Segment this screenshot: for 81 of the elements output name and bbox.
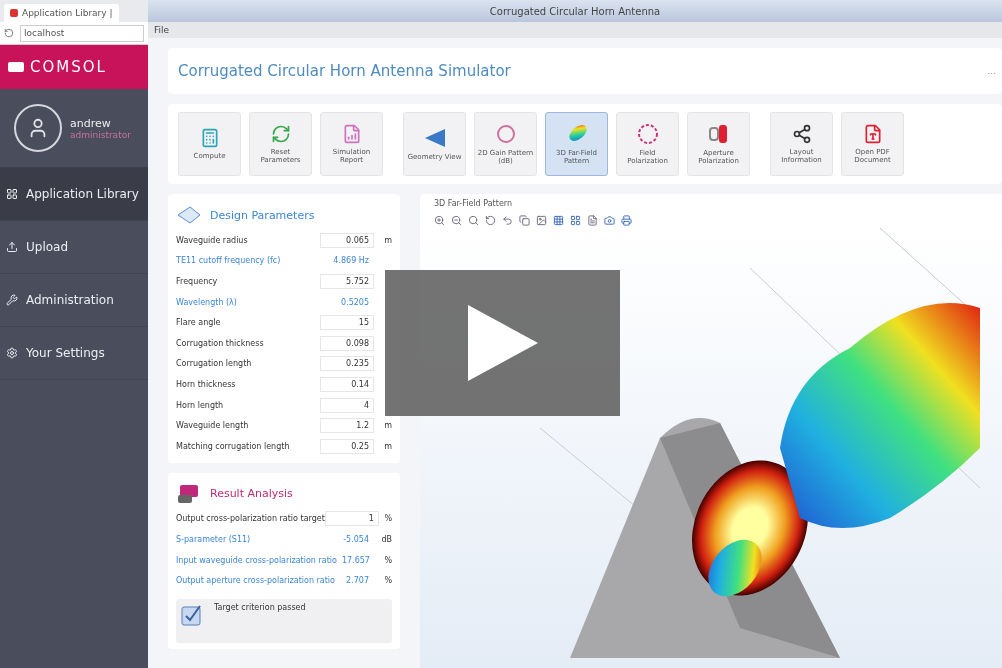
status-text: Target criterion passed [214,602,306,612]
nav-label: Your Settings [26,346,105,360]
value-field[interactable]: 0.14 [320,376,374,392]
logo-text: COMSOL [30,58,107,76]
unit-label: m [384,441,392,451]
value-field[interactable]: 0.235 [320,356,374,372]
share-icon [791,123,812,144]
settings-icon [6,347,18,359]
camera-icon[interactable] [604,215,615,226]
copy-icon[interactable] [519,215,530,226]
browser-tab[interactable]: Application Library | [4,4,119,22]
parameter-label: Output cross-polarization ratio target [176,514,325,524]
unit-label: % [384,576,392,586]
parameter-label: Wavelength (λ) [176,297,238,307]
polar-pattern-icon [636,122,659,145]
avatar-icon [14,104,62,152]
play-button[interactable] [385,270,620,416]
zoom-out-icon[interactable] [451,215,462,226]
rotate-icon[interactable] [485,215,496,226]
more-button[interactable]: ... [987,66,996,76]
image-icon[interactable] [536,215,547,226]
graphics-title: 3D Far-Field Pattern [433,198,513,210]
parameter-label: Horn length [176,400,225,410]
menu-item[interactable]: File [154,25,170,35]
unit-label: % [384,514,392,524]
value-field[interactable]: 0.098 [320,335,374,351]
unit-label: dB [381,534,392,544]
value-field[interactable]: 0.25 [320,438,374,454]
document-icon[interactable] [587,215,598,226]
section-title: Design Parameters [210,208,315,222]
nav-item[interactable]: Application Library [0,168,148,221]
grid-icon[interactable] [553,215,564,226]
value-field[interactable]: 1.2 [320,418,374,434]
search-icon[interactable] [468,215,479,226]
grid-icon[interactable] [570,215,581,226]
app-title: Corrugated Circular Horn Antenna Simulator [178,62,511,80]
parameter-label: Flare angle [176,318,222,328]
parameter-label: S-parameter (S11) [176,534,252,544]
logo-icon [8,62,24,72]
upload-icon [6,241,18,253]
user-role: administrator [70,129,131,140]
value-field[interactable]: 5.752 [320,274,374,289]
section-title: Result Analysis [210,487,293,501]
value-field[interactable]: 1 [324,511,379,527]
address-field[interactable]: localhost [20,24,144,42]
parameter-label: Waveguide length [176,421,250,431]
parameter-label: Input waveguide cross-polarization ratio [176,555,337,565]
result-value: -5.054 [342,533,370,546]
reload-icon[interactable] [4,28,14,38]
zoom-in-icon[interactable] [434,215,445,226]
window-title: Corrugated Circular Horn Antenna [489,5,661,17]
unit-label: m [384,235,392,245]
parameter-label: Corrugation thickness [176,338,265,348]
result-value: 17.657 [340,554,371,567]
result-value: 4.869 Hz [332,255,370,268]
parameter-label: Waveguide radius [176,235,249,245]
unit-label: % [384,555,392,565]
value-field[interactable]: 0.065 [320,232,374,248]
parameter-label: Matching corrugation length [176,441,291,451]
result-value: 2.707 [345,575,370,588]
parameter-label: Frequency [176,277,219,286]
nav-label: Administration [26,293,114,307]
favicon-icon [10,9,18,17]
parameter-label: Corrugation length [176,359,253,369]
wrench-icon [6,294,18,306]
lobe-icon [494,122,517,145]
undo-icon[interactable] [502,215,513,226]
value-field[interactable]: 4 [320,397,374,413]
refresh-icon [270,123,291,144]
value-field[interactable]: 15 [320,315,374,331]
grid-icon [6,188,18,200]
unit-label: m [384,421,392,431]
parameter-label: Horn thickness [176,379,237,389]
user-name: andrew [70,116,112,130]
result-value: 0.5205 [340,296,370,309]
nav-label: Upload [26,240,69,254]
nav-label: Application Library [26,187,139,201]
parameter-label: Output aperture cross-polarization ratio [176,576,336,586]
printer-icon[interactable] [621,215,632,226]
parameter-label: TE11 cutoff frequency (fc) [176,256,282,266]
play-icon [465,303,540,383]
